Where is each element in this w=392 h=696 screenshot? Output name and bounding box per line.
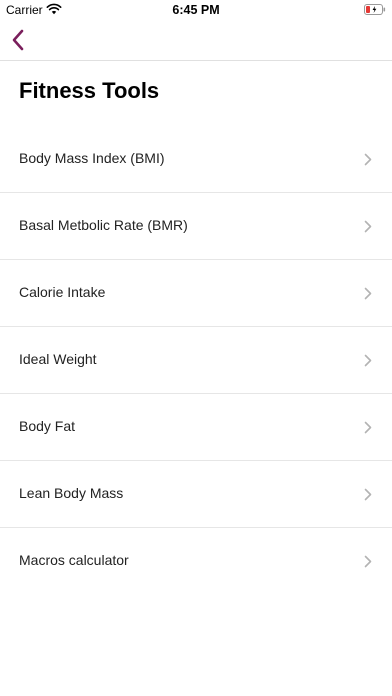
chevron-left-icon bbox=[12, 29, 24, 51]
chevron-right-icon bbox=[364, 220, 372, 233]
list-item-bmi[interactable]: Body Mass Index (BMI) bbox=[0, 126, 392, 193]
list-item-macros-calculator[interactable]: Macros calculator bbox=[0, 528, 392, 594]
list-item-ideal-weight[interactable]: Ideal Weight bbox=[0, 327, 392, 394]
chevron-right-icon bbox=[364, 488, 372, 501]
nav-bar bbox=[0, 22, 392, 61]
clock: 6:45 PM bbox=[172, 3, 220, 17]
list-item-body-fat[interactable]: Body Fat bbox=[0, 394, 392, 461]
list-item-label: Body Fat bbox=[19, 418, 76, 434]
list-item-label: Lean Body Mass bbox=[19, 485, 124, 501]
back-button[interactable] bbox=[6, 26, 32, 54]
battery-icon bbox=[364, 4, 386, 15]
chevron-right-icon bbox=[364, 153, 372, 166]
chevron-right-icon bbox=[364, 555, 372, 568]
list-item-bmr[interactable]: Basal Metbolic Rate (BMR) bbox=[0, 193, 392, 260]
tools-list: Body Mass Index (BMI) Basal Metbolic Rat… bbox=[0, 126, 392, 594]
page-title: Fitness Tools bbox=[19, 78, 160, 103]
chevron-right-icon bbox=[364, 421, 372, 434]
list-item-label: Ideal Weight bbox=[19, 351, 97, 367]
list-item-lean-body-mass[interactable]: Lean Body Mass bbox=[0, 461, 392, 528]
status-bar: Carrier 6:45 PM bbox=[0, 0, 392, 22]
list-item-label: Body Mass Index (BMI) bbox=[19, 150, 165, 166]
list-item-label: Basal Metbolic Rate (BMR) bbox=[19, 217, 188, 233]
list-item-label: Calorie Intake bbox=[19, 284, 106, 300]
chevron-right-icon bbox=[364, 354, 372, 367]
chevron-right-icon bbox=[364, 287, 372, 300]
list-item-label: Macros calculator bbox=[19, 552, 129, 568]
list-item-calorie-intake[interactable]: Calorie Intake bbox=[0, 260, 392, 327]
